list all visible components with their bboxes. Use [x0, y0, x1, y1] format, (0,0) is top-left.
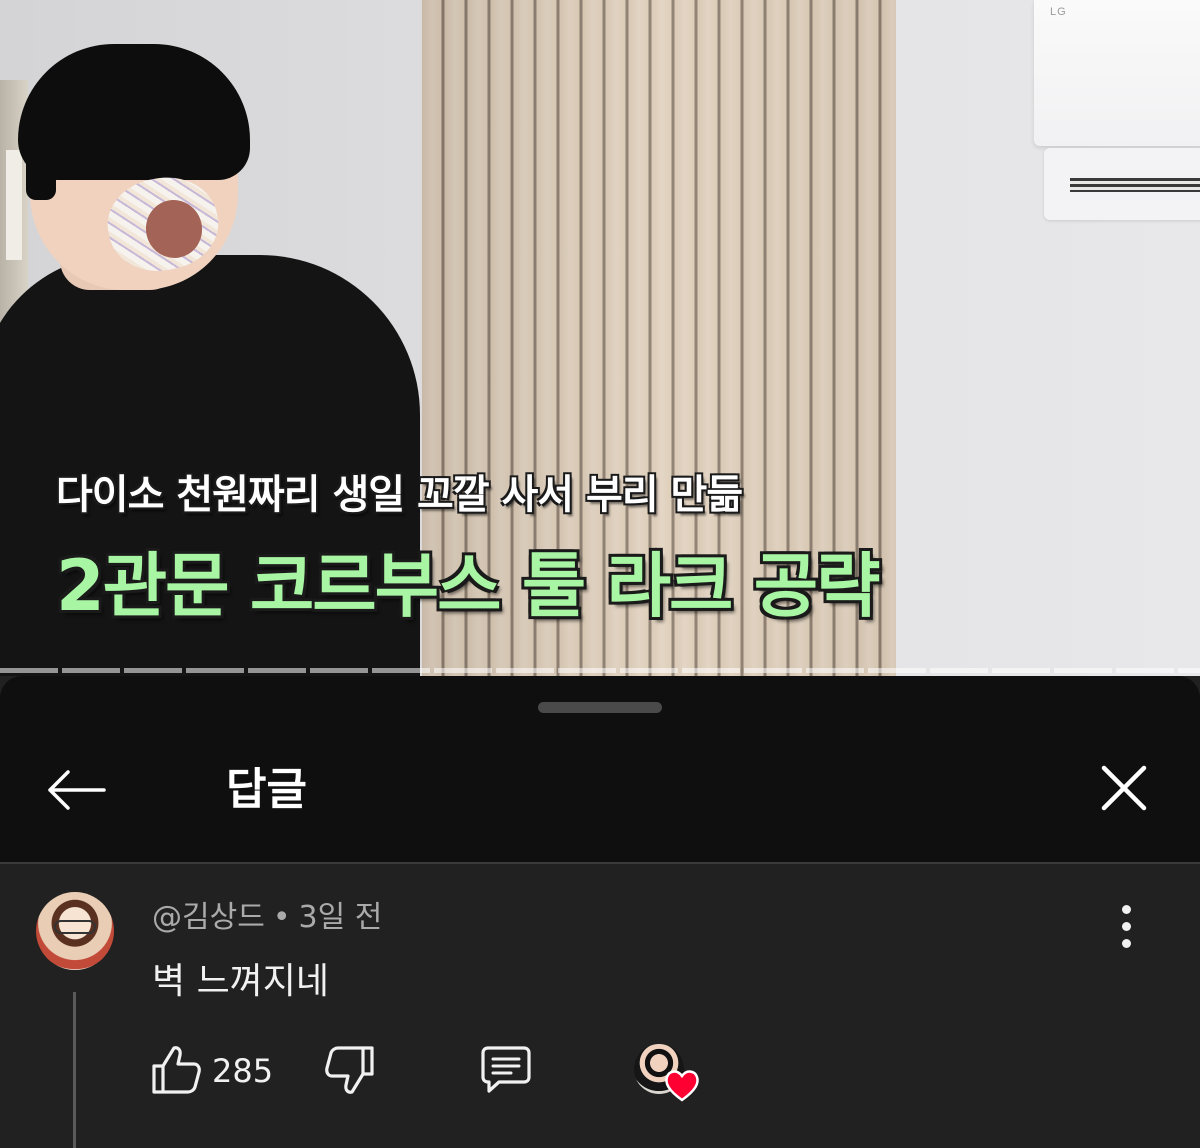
comment-author[interactable]: @김상드: [152, 900, 265, 935]
more-options-button[interactable]: [1106, 896, 1146, 956]
air-conditioner-vent: [1070, 178, 1200, 192]
dislike-button[interactable]: [320, 1040, 380, 1100]
comment-item: @김상드 • 3일 전 벽 느껴지네 285: [0, 864, 1200, 1148]
back-button[interactable]: [40, 754, 112, 826]
close-button[interactable]: [1088, 752, 1160, 824]
comment-text: 벽 느껴지네: [152, 961, 330, 1002]
comment-icon: [481, 1046, 531, 1093]
video-caption-main: 2관문 코르부스 툴 라크 공략: [56, 545, 881, 627]
comment-time: 3일 전: [298, 900, 383, 935]
comment-meta: @김상드 • 3일 전: [152, 898, 382, 938]
video-progress-bar[interactable]: [0, 668, 1200, 676]
replies-panel: 답글 @김상드 • 3일 전 벽 느껴지네 285: [0, 676, 1200, 1148]
heart-icon: [665, 1070, 699, 1102]
more-vertical-icon-dot: [1121, 938, 1131, 948]
door-panel: [6, 150, 22, 260]
avatar-glasses: [54, 920, 96, 934]
meta-separator: •: [272, 900, 291, 935]
person-hair-side: [26, 140, 56, 200]
progress-track: [0, 668, 1200, 673]
like-count: 285: [212, 1052, 274, 1090]
thumb-down-icon: [325, 1046, 374, 1094]
more-vertical-icon-dot: [1121, 921, 1131, 931]
ac-brand-logo: LG: [1050, 6, 1067, 18]
air-conditioner: [1034, 0, 1200, 146]
comment-actions: 285: [146, 1040, 746, 1112]
drag-handle[interactable]: [538, 702, 662, 713]
video-player[interactable]: LG 다이소 천원짜리 생일 꼬깔 사서 부리 만듦 2관문 코르부스 툴 라크…: [0, 0, 1200, 676]
thread-line: [73, 992, 76, 1148]
arrow-left-icon: [48, 770, 106, 810]
video-caption-top: 다이소 천원짜리 생일 꼬깔 사서 부리 만듦: [56, 472, 743, 518]
panel-header: 답글: [0, 676, 1200, 862]
close-icon: [1101, 765, 1147, 811]
thumb-up-icon: [152, 1046, 201, 1094]
panel-title: 답글: [226, 764, 307, 815]
reply-button[interactable]: [476, 1040, 536, 1100]
like-button[interactable]: [146, 1040, 206, 1100]
more-vertical-icon-dot: [1121, 904, 1131, 914]
avatar[interactable]: [36, 892, 114, 970]
creator-heart-badge: [634, 1044, 704, 1104]
